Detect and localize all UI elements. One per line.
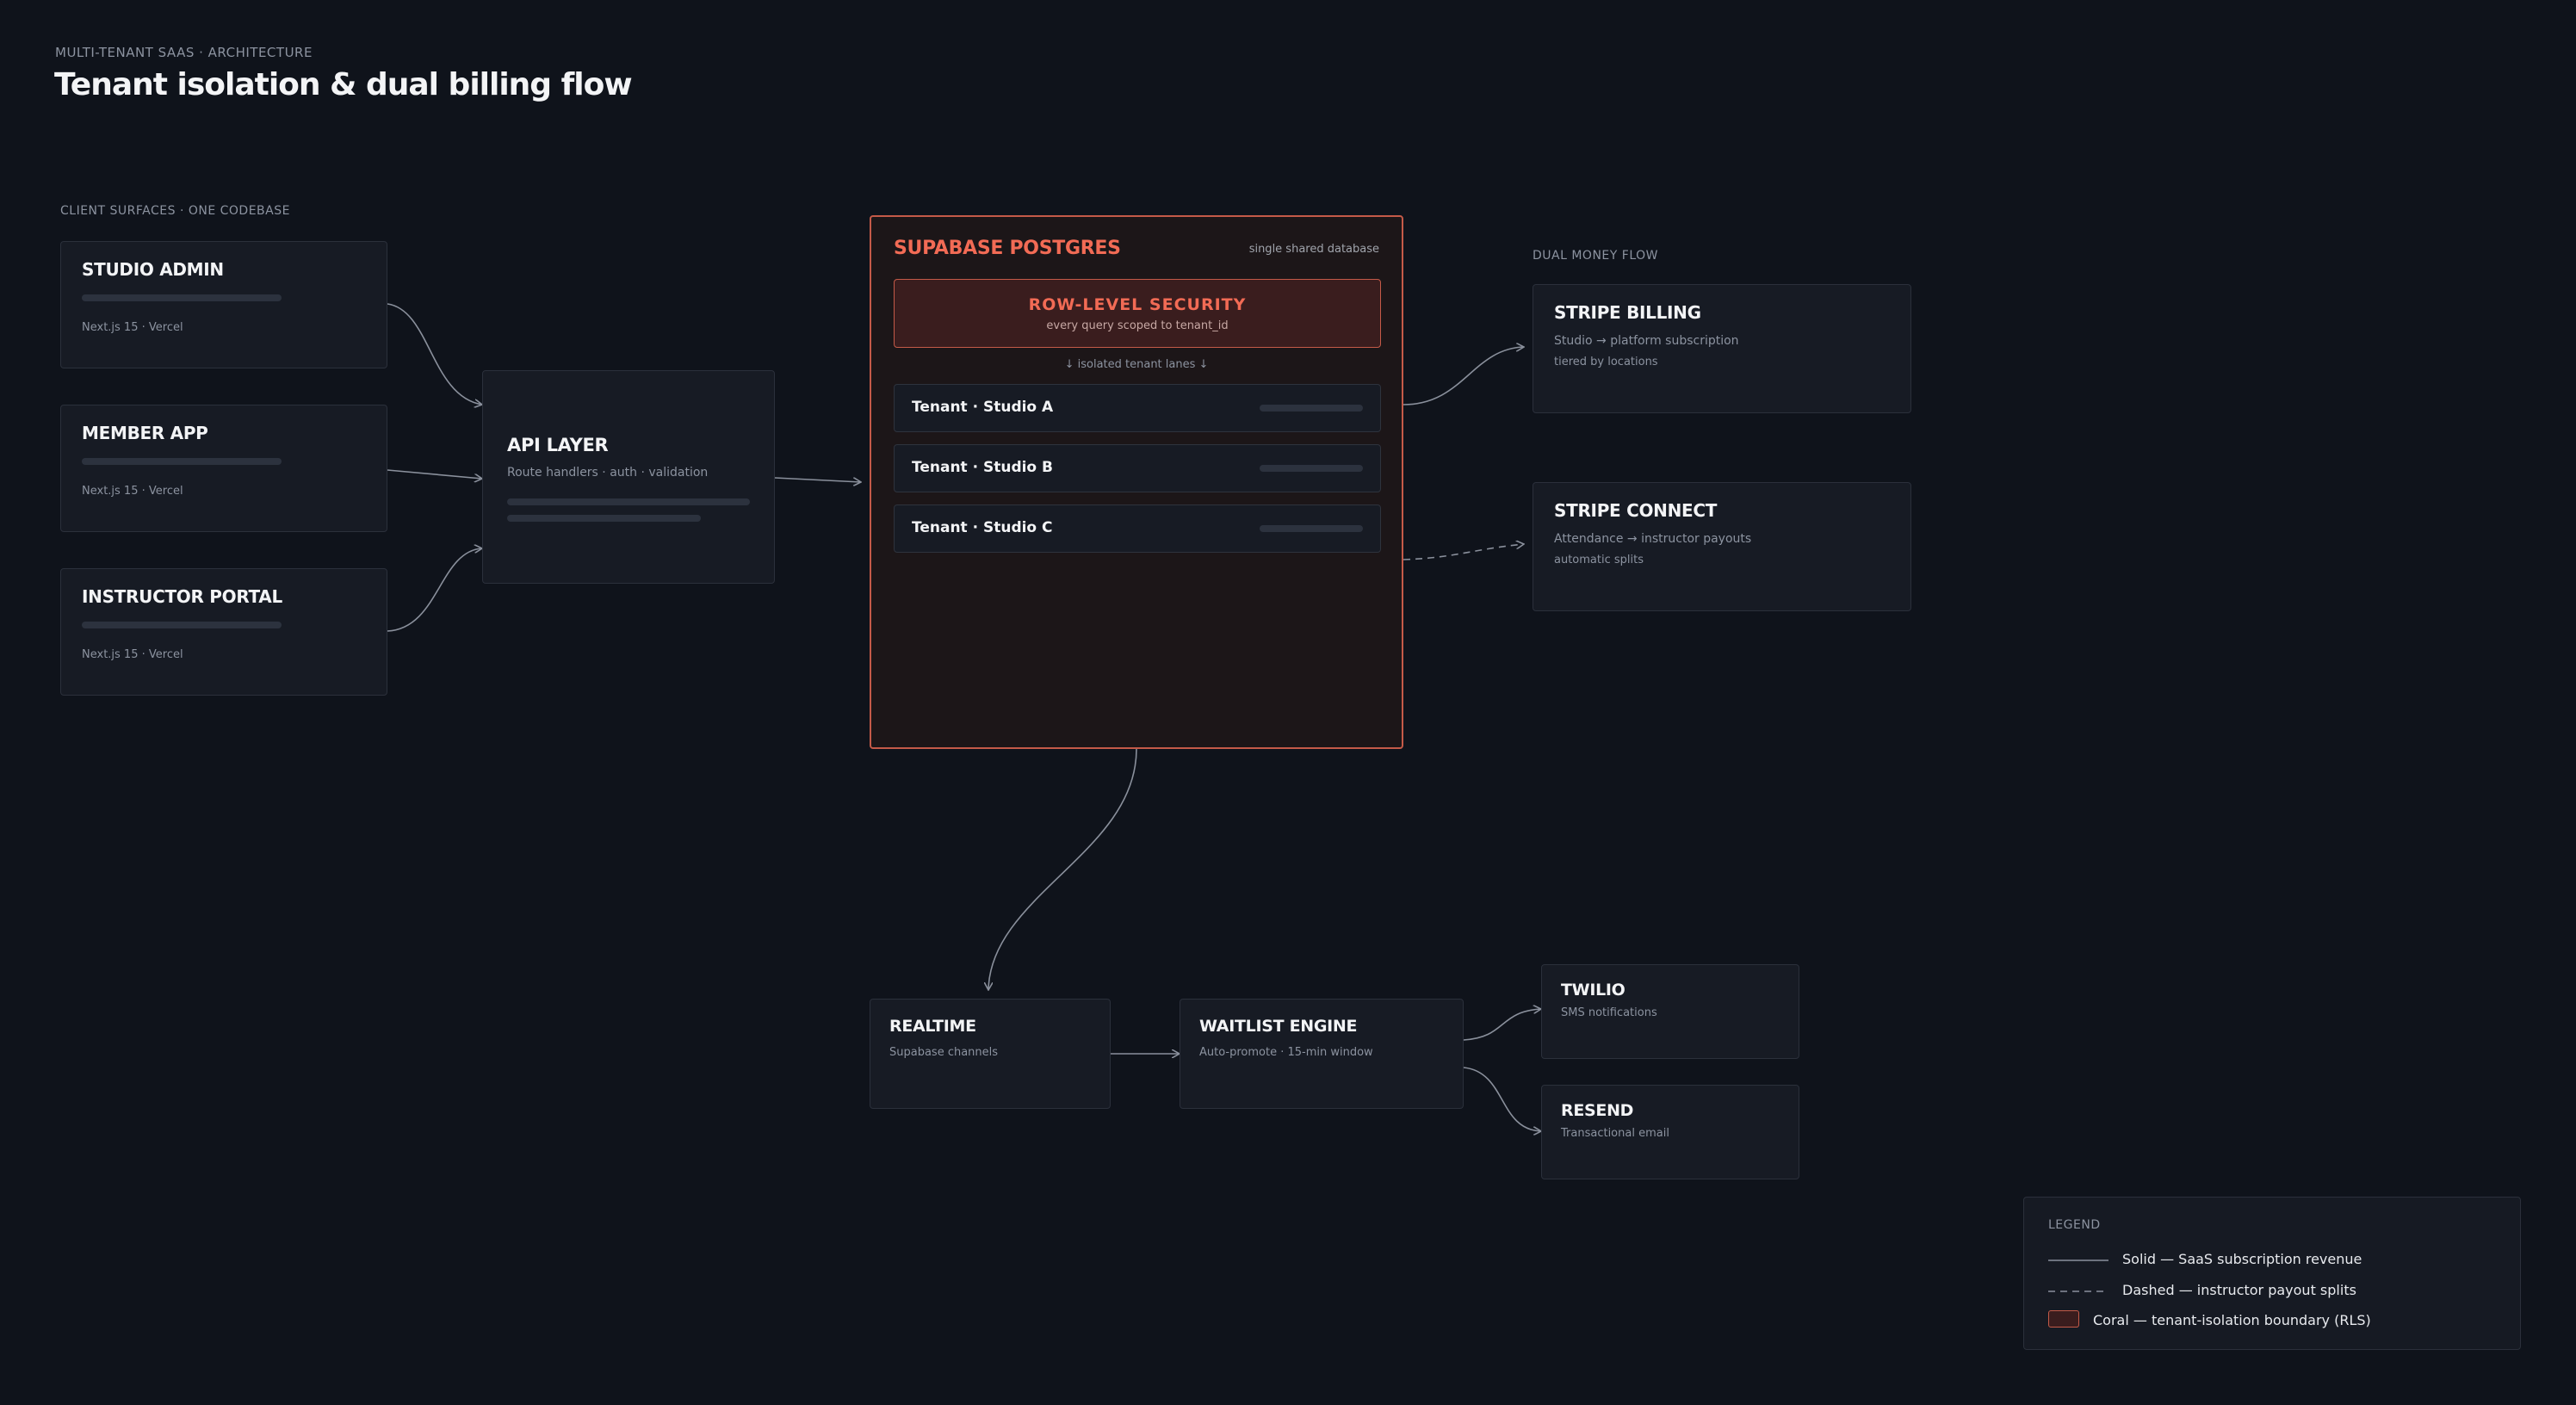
twilio-sub: SMS notifications: [1561, 1006, 1657, 1019]
tenant-lane[interactable]: Tenant · Studio A: [894, 384, 1381, 432]
tenant-lane-label: Tenant · Studio A: [912, 399, 1054, 416]
dashed-line-swatch: [2048, 1290, 2108, 1292]
stripe-billing-line1: Studio → platform subscription: [1554, 334, 1739, 348]
coral-swatch: [2048, 1310, 2079, 1328]
placeholder-bar: [1260, 525, 1363, 532]
api-layer-title: API LAYER: [507, 435, 609, 455]
tenant-lane-label: Tenant · Studio B: [912, 459, 1053, 476]
instructor-portal-title: INSTRUCTOR PORTAL: [82, 586, 282, 607]
rls-panel: ROW-LEVEL SECURITY every query scoped to…: [894, 279, 1381, 348]
instructor-portal-card[interactable]: INSTRUCTOR PORTAL Next.js 15 · Vercel: [60, 568, 387, 696]
stripe-connect-line2: automatic splits: [1554, 554, 1644, 566]
wire-studio-admin-to-api: [387, 303, 482, 405]
api-layer-card[interactable]: API LAYER Route handlers · auth · valida…: [482, 370, 775, 584]
member-app-title: MEMBER APP: [82, 423, 208, 443]
stripe-connect-title: STRIPE CONNECT: [1554, 500, 1718, 521]
twilio-card[interactable]: TWILIO SMS notifications: [1541, 964, 1799, 1059]
wire-db-to-realtime: [988, 748, 1137, 990]
studio-admin-sub: Next.js 15 · Vercel: [82, 321, 183, 334]
legend-solid-label: Solid — SaaS subscription revenue: [2122, 1251, 2362, 1267]
placeholder-bar: [1260, 465, 1363, 472]
solid-line-swatch: [2048, 1260, 2108, 1261]
api-layer-sub: Route handlers · auth · validation: [507, 466, 709, 480]
legend-coral-label: Coral — tenant-isolation boundary (RLS): [2093, 1312, 2371, 1328]
tenant-lane[interactable]: Tenant · Studio C: [894, 504, 1381, 553]
rls-sub: every query scoped to tenant_id: [1046, 319, 1229, 332]
waitlist-engine-card[interactable]: WAITLIST ENGINE Auto-promote · 15-min wi…: [1180, 999, 1464, 1109]
wire-instructor-to-api: [387, 548, 482, 632]
wire-api-to-db: [774, 477, 861, 482]
placeholder-bar: [507, 498, 750, 505]
stripe-billing-line2: tiered by locations: [1554, 356, 1658, 368]
waitlist-engine-title: WAITLIST ENGINE: [1199, 1017, 1358, 1036]
stripe-connect-line1: Attendance → instructor payouts: [1554, 532, 1752, 546]
twilio-title: TWILIO: [1561, 981, 1625, 1000]
placeholder-bar: [82, 294, 282, 301]
legend-dashed-label: Dashed — instructor payout splits: [2122, 1282, 2356, 1298]
stripe-billing-card[interactable]: STRIPE BILLING Studio → platform subscri…: [1533, 284, 1911, 413]
rls-title: ROW-LEVEL SECURITY: [1028, 295, 1247, 314]
wire-db-to-connect: [1403, 544, 1524, 560]
tenant-lane-label: Tenant · Studio C: [912, 519, 1053, 536]
money-flow-label: DUAL MONEY FLOW: [1533, 249, 1658, 263]
waitlist-engine-sub: Auto-promote · 15-min window: [1199, 1046, 1373, 1059]
studio-admin-card[interactable]: STUDIO ADMIN Next.js 15 · Vercel: [60, 241, 387, 368]
db-title: SUPABASE POSTGRES: [894, 238, 1121, 259]
placeholder-bar: [82, 622, 282, 628]
supabase-postgres-boundary[interactable]: SUPABASE POSTGRES single shared database…: [870, 215, 1403, 749]
placeholder-bar: [82, 458, 282, 465]
tenant-lane[interactable]: Tenant · Studio B: [894, 444, 1381, 492]
placeholder-bar: [1260, 405, 1363, 412]
wire-waitlist-to-twilio: [1463, 1009, 1541, 1041]
stripe-billing-title: STRIPE BILLING: [1554, 302, 1701, 323]
clients-label: CLIENT SURFACES · ONE CODEBASE: [60, 204, 290, 218]
instructor-portal-sub: Next.js 15 · Vercel: [82, 648, 183, 661]
legend-title: LEGEND: [2048, 1218, 2101, 1232]
resend-card[interactable]: RESEND Transactional email: [1541, 1085, 1799, 1179]
member-app-card[interactable]: MEMBER APP Next.js 15 · Vercel: [60, 405, 387, 532]
resend-sub: Transactional email: [1561, 1127, 1669, 1140]
stripe-connect-card[interactable]: STRIPE CONNECT Attendance → instructor p…: [1533, 482, 1911, 611]
realtime-title: REALTIME: [889, 1017, 976, 1036]
resend-title: RESEND: [1561, 1101, 1634, 1120]
wire-db-to-billing: [1403, 347, 1524, 405]
studio-admin-title: STUDIO ADMIN: [82, 259, 224, 280]
wire-waitlist-to-resend: [1463, 1067, 1541, 1131]
placeholder-bar: [507, 515, 701, 522]
wire-member-app-to-api: [387, 469, 482, 479]
legend: LEGEND Solid — SaaS subscription revenue…: [2023, 1197, 2521, 1350]
lanes-label: ↓ isolated tenant lanes ↓: [1064, 358, 1209, 371]
realtime-sub: Supabase channels: [889, 1046, 999, 1059]
member-app-sub: Next.js 15 · Vercel: [82, 485, 183, 498]
db-note: single shared database: [1248, 243, 1379, 256]
realtime-card[interactable]: REALTIME Supabase channels: [870, 999, 1111, 1109]
